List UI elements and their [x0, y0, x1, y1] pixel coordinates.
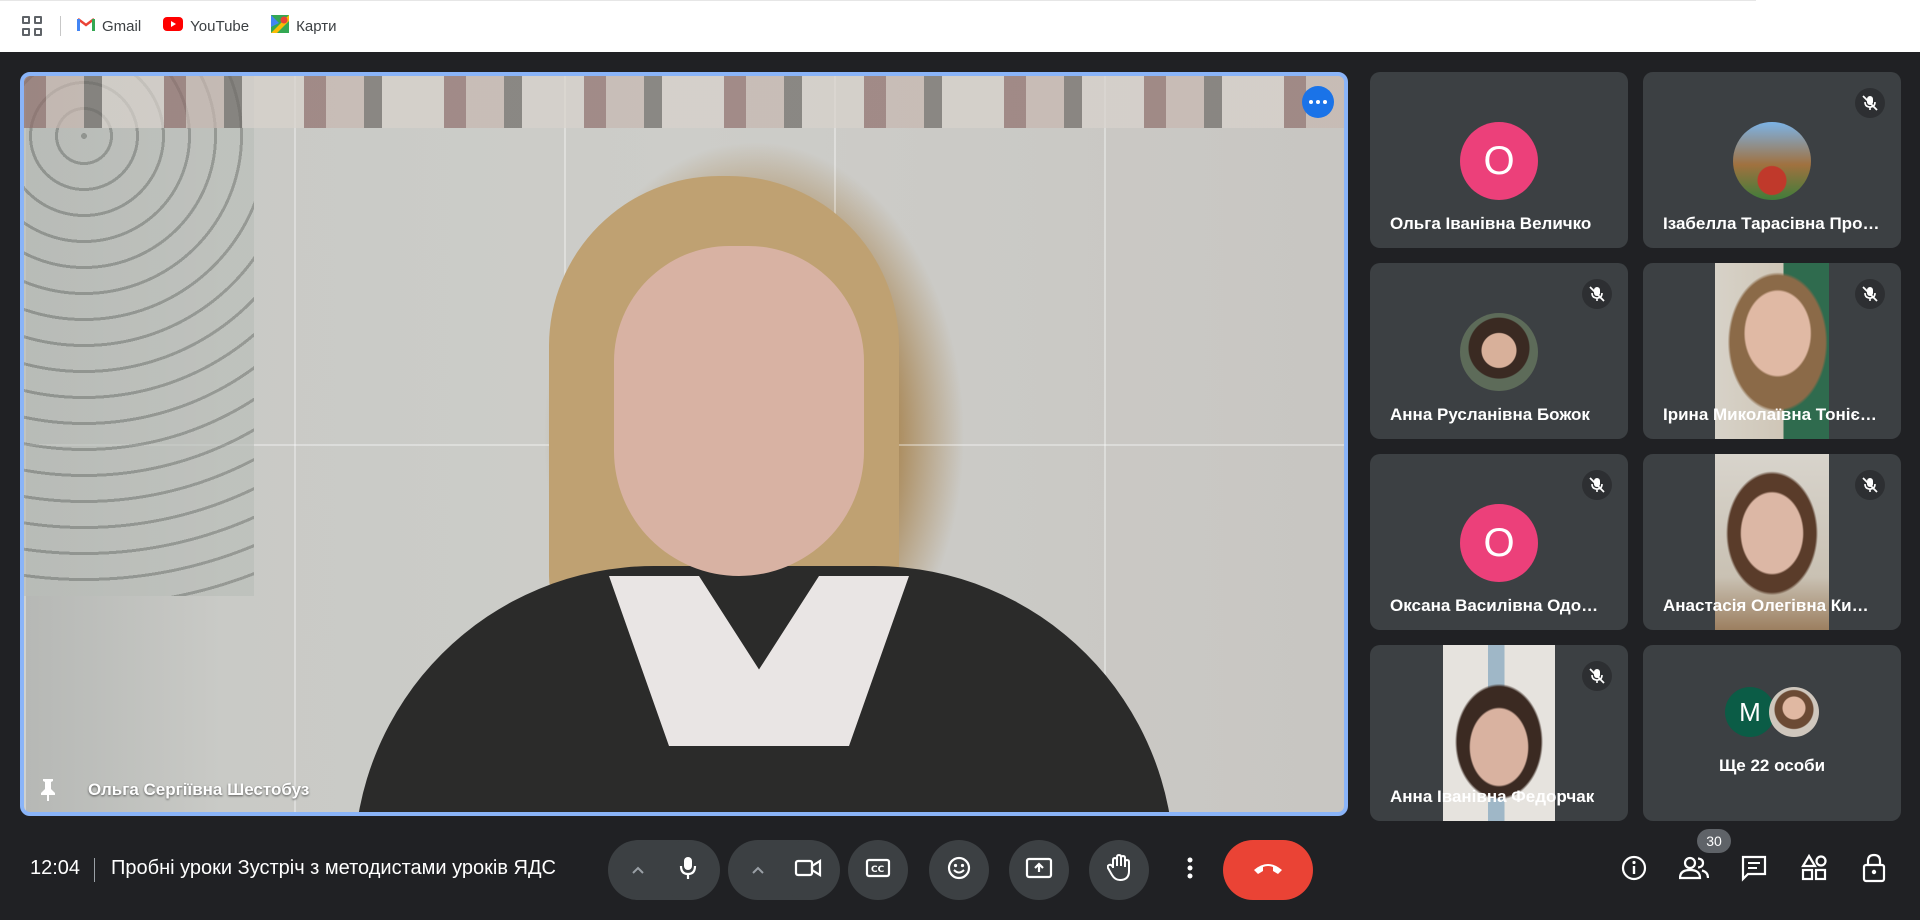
main-speaker-label: Ольга Сергіївна Шестобуз [38, 778, 309, 802]
meeting-title: Пробні уроки Зустріч з методистами урокі… [111, 857, 556, 879]
audio-options-chevron-icon[interactable] [618, 840, 658, 900]
participant-tile[interactable]: О Оксана Василівна Одов… [1370, 454, 1628, 630]
more-options-button[interactable] [1302, 86, 1334, 118]
chat-icon [1740, 854, 1768, 887]
microphone-icon [677, 855, 699, 886]
maps-icon [271, 15, 290, 37]
participant-name: Оксана Василівна Одов… [1390, 596, 1608, 615]
captions-icon: CC [865, 858, 891, 883]
hand-icon [1106, 853, 1131, 887]
bookmark-youtube[interactable]: YouTube [163, 17, 249, 35]
reactions-button[interactable] [929, 840, 989, 900]
tabstrip-divider [0, 0, 1756, 1]
camera-icon [794, 858, 822, 883]
emoji-icon [946, 855, 972, 886]
avatar [1733, 122, 1811, 200]
main-speaker-name: Ольга Сергіївна Шестобуз [88, 780, 310, 799]
participant-name: Ірина Миколаївна Тоніє… [1663, 405, 1877, 424]
people-icon [1678, 856, 1710, 885]
mic-off-icon [1582, 470, 1612, 500]
info-icon [1620, 854, 1648, 887]
wall-border-pattern [24, 76, 1344, 128]
activities-button[interactable] [1794, 850, 1834, 890]
more-options-menu-button[interactable] [1160, 840, 1220, 900]
bookmark-label: Карти [296, 17, 337, 35]
people-button[interactable] [1674, 850, 1714, 890]
bookmarks-bar: Gmail YouTube Карти [0, 0, 1920, 52]
wallpaper-pattern [24, 76, 254, 596]
svg-text:CC: CC [871, 865, 885, 875]
microphone-button[interactable] [658, 840, 718, 900]
bookmark-label: YouTube [190, 17, 250, 35]
participant-tile[interactable]: Анна Іванівна Федорчак [1370, 645, 1628, 821]
more-vert-icon [1187, 856, 1193, 885]
raise-hand-button[interactable] [1089, 840, 1149, 900]
camera-button[interactable] [778, 840, 838, 900]
bookmark-label: Gmail [102, 17, 142, 35]
captions-button[interactable]: CC [848, 840, 908, 900]
present-screen-icon [1025, 857, 1053, 884]
video-options-chevron-icon[interactable] [738, 840, 778, 900]
avatar [1769, 687, 1819, 737]
mic-off-icon [1855, 279, 1885, 309]
main-speaker-video[interactable]: Ольга Сергіївна Шестобуз [20, 72, 1348, 816]
youtube-icon [163, 17, 184, 35]
present-screen-button[interactable] [1009, 840, 1069, 900]
meeting-details-button[interactable] [1614, 850, 1654, 890]
avatar: О [1460, 122, 1538, 200]
bookmark-maps[interactable]: Карти [271, 15, 336, 37]
mic-off-icon [1582, 279, 1612, 309]
activities-icon [1800, 853, 1828, 887]
participant-tile[interactable]: О Ольга Іванівна Величко [1370, 72, 1628, 248]
participant-name: Ольга Іванівна Величко [1390, 214, 1592, 233]
pin-icon[interactable] [38, 778, 58, 802]
participant-name: Ізабелла Тарасівна Про… [1663, 214, 1880, 233]
participant-tile[interactable]: Ізабелла Тарасівна Про… [1643, 72, 1901, 248]
footer-divider [94, 858, 95, 882]
others-label: Ще 22 особи [1718, 756, 1826, 775]
leave-call-button[interactable] [1223, 840, 1313, 900]
avatar [1460, 313, 1538, 391]
lock-person-icon [1860, 853, 1888, 888]
avatar: О [1460, 504, 1538, 582]
participant-tile[interactable]: Анна Русланівна Божок [1370, 263, 1628, 439]
bookmarks-separator [60, 16, 61, 36]
mic-off-icon [1855, 470, 1885, 500]
others-tile[interactable]: M Ще 22 особи [1643, 645, 1901, 821]
avatar: M [1725, 687, 1775, 737]
gmail-icon [77, 17, 95, 35]
host-controls-button[interactable] [1854, 850, 1894, 890]
participant-tile[interactable]: Ірина Миколаївна Тоніє… [1643, 263, 1901, 439]
chat-button[interactable] [1734, 850, 1774, 890]
bookmark-gmail[interactable]: Gmail [77, 17, 141, 35]
participant-name: Анастасія Олегівна Ки… [1663, 596, 1869, 615]
mic-off-icon [1582, 661, 1612, 691]
participant-tile[interactable]: Анастасія Олегівна Ки… [1643, 454, 1901, 630]
speaker-face [614, 246, 864, 576]
participant-name: Анна Іванівна Федорчак [1390, 787, 1595, 806]
clock: 12:04 [30, 857, 81, 879]
mic-off-icon [1855, 88, 1885, 118]
apps-grid-icon[interactable] [22, 16, 42, 36]
participant-name: Анна Русланівна Божок [1390, 405, 1590, 424]
end-call-icon [1252, 860, 1284, 881]
